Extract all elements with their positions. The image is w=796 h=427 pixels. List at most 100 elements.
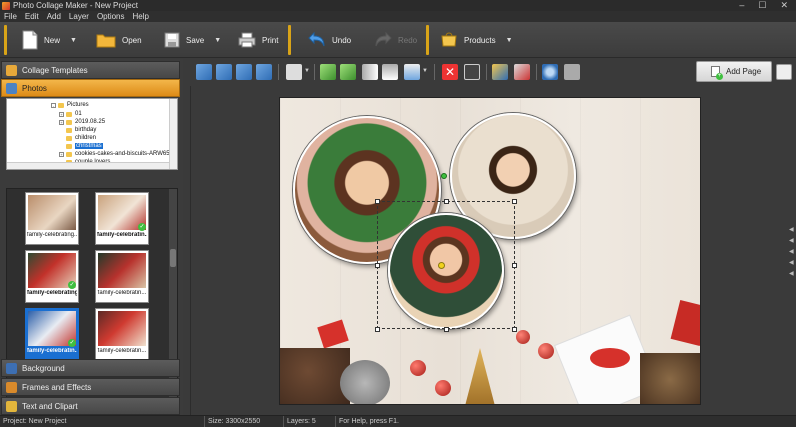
tree-expander[interactable]: + bbox=[59, 111, 64, 117]
menu-edit[interactable]: Edit bbox=[25, 12, 39, 21]
gear-icon[interactable] bbox=[542, 64, 558, 80]
photo-thumbnail[interactable]: family-celebratin... bbox=[95, 308, 149, 361]
crop-icon[interactable] bbox=[464, 64, 480, 80]
send-to-back-icon[interactable] bbox=[256, 64, 272, 80]
left-arrow-icon[interactable]: ◀ bbox=[789, 237, 794, 244]
gift-bow-decoration[interactable] bbox=[590, 348, 630, 368]
photo-thumbnail-selected[interactable]: family-celebratin... ✓ bbox=[25, 308, 79, 361]
effects-icon[interactable] bbox=[492, 64, 508, 80]
bring-forward-icon[interactable] bbox=[216, 64, 232, 80]
new-button[interactable]: New ▼ bbox=[22, 26, 77, 54]
tree-item-label: Pictures bbox=[67, 102, 89, 108]
print-button[interactable]: Print bbox=[238, 26, 278, 54]
tree-expander[interactable]: + bbox=[59, 119, 64, 125]
rotate-handle[interactable] bbox=[441, 173, 447, 179]
tree-item[interactable]: +01 bbox=[59, 110, 82, 118]
menu-help[interactable]: Help bbox=[133, 12, 149, 21]
collage-canvas[interactable] bbox=[279, 97, 701, 405]
gold-tree-decoration[interactable] bbox=[465, 348, 495, 404]
folder-tree[interactable]: - Pictures +01 +2019.08.25 birthday child… bbox=[6, 98, 178, 170]
selection-box[interactable] bbox=[377, 201, 515, 329]
resize-handle[interactable] bbox=[375, 199, 380, 204]
menu-file[interactable]: File bbox=[4, 12, 17, 21]
close-button[interactable]: ✕ bbox=[780, 0, 788, 11]
send-backward-icon[interactable] bbox=[236, 64, 252, 80]
resize-handle[interactable] bbox=[375, 327, 380, 332]
left-arrow-icon[interactable]: ◀ bbox=[789, 259, 794, 266]
tree-expander[interactable]: + bbox=[59, 151, 64, 157]
knit-ornament-decoration[interactable] bbox=[340, 360, 390, 404]
reindeer-decoration[interactable] bbox=[640, 353, 700, 404]
red-ornament-decoration[interactable] bbox=[516, 330, 530, 344]
photo-thumbnail[interactable]: family-celebrating... bbox=[25, 192, 79, 245]
tree-item-selected[interactable]: christmas bbox=[66, 142, 103, 150]
tree-item[interactable]: - Pictures bbox=[51, 101, 89, 109]
tree-item[interactable]: +2019.08.25 bbox=[59, 118, 105, 126]
side-panel-arrows[interactable]: ◀ ◀ ◀ ◀ ◀ bbox=[789, 226, 794, 277]
align-dropdown-arrow[interactable]: ▼ bbox=[304, 68, 310, 74]
left-arrow-icon[interactable]: ◀ bbox=[789, 270, 794, 277]
minimize-button[interactable]: – bbox=[739, 0, 744, 11]
new-dropdown-arrow[interactable]: ▼ bbox=[70, 37, 77, 44]
flip-vertical-icon[interactable] bbox=[382, 64, 398, 80]
tree-item[interactable]: birthday bbox=[66, 126, 96, 134]
menu-add[interactable]: Add bbox=[47, 12, 61, 21]
pivot-point[interactable] bbox=[438, 262, 445, 269]
collage-templates-tab[interactable]: Collage Templates bbox=[1, 61, 180, 79]
frames-effects-tab[interactable]: Frames and Effects bbox=[1, 378, 180, 396]
resize-handle[interactable] bbox=[512, 327, 517, 332]
status-layers: Layers: 5 bbox=[284, 416, 336, 427]
align-icon[interactable] bbox=[286, 64, 302, 80]
left-arrow-icon[interactable]: ◀ bbox=[789, 226, 794, 233]
photo-thumbnail[interactable]: family-celebrating... ✓ bbox=[25, 250, 79, 303]
resize-handle[interactable] bbox=[444, 199, 449, 204]
save-button[interactable]: Save ▼ bbox=[164, 26, 221, 54]
resize-handle[interactable] bbox=[512, 263, 517, 268]
text-clipart-tab[interactable]: Text and Clipart bbox=[1, 397, 180, 415]
scrollbar-thumb[interactable] bbox=[170, 249, 176, 267]
open-button[interactable]: Open bbox=[96, 26, 142, 54]
products-button[interactable]: Products ▼ bbox=[440, 26, 513, 54]
menu-layer[interactable]: Layer bbox=[69, 12, 89, 21]
undo-icon bbox=[308, 31, 325, 47]
resize-handle[interactable] bbox=[375, 263, 380, 268]
red-ornament-decoration[interactable] bbox=[410, 360, 426, 376]
gift-box-decoration[interactable] bbox=[317, 319, 349, 349]
tree-vertical-scrollbar[interactable] bbox=[169, 99, 177, 169]
maximize-button[interactable]: ☐ bbox=[758, 0, 766, 11]
menu-options[interactable]: Options bbox=[97, 12, 125, 21]
gift-box-decoration[interactable] bbox=[670, 299, 700, 347]
tree-expander[interactable]: - bbox=[51, 102, 56, 108]
resize-handle[interactable] bbox=[512, 199, 517, 204]
folder-icon bbox=[66, 143, 72, 149]
pick-color-icon[interactable] bbox=[514, 64, 530, 80]
redo-button[interactable]: Redo bbox=[374, 26, 417, 54]
flip-horizontal-icon[interactable] bbox=[362, 64, 378, 80]
resize-handle[interactable] bbox=[444, 327, 449, 332]
photo-thumbnail[interactable]: family-celebratin... ✓ bbox=[95, 192, 149, 245]
left-arrow-icon[interactable]: ◀ bbox=[789, 248, 794, 255]
red-ornament-decoration[interactable] bbox=[435, 380, 451, 396]
tree-item[interactable]: children bbox=[66, 134, 96, 142]
bring-to-front-icon[interactable] bbox=[196, 64, 212, 80]
rotate-left-icon[interactable] bbox=[320, 64, 336, 80]
background-tab[interactable]: Background bbox=[1, 359, 180, 377]
add-page-button[interactable]: Add Page bbox=[696, 61, 772, 82]
photos-tab[interactable]: Photos bbox=[1, 79, 180, 97]
save-dropdown-arrow[interactable]: ▼ bbox=[214, 37, 221, 44]
red-ornament-decoration[interactable] bbox=[538, 343, 554, 359]
distribute-dropdown-arrow[interactable]: ▼ bbox=[422, 68, 428, 74]
lock-icon[interactable] bbox=[564, 64, 580, 80]
undo-button[interactable]: Undo bbox=[308, 26, 351, 54]
photo-thumbnail[interactable]: family-celebratin... bbox=[95, 250, 149, 303]
delete-icon[interactable]: ✕ bbox=[442, 64, 458, 80]
folder-icon bbox=[66, 111, 72, 117]
rotate-right-icon[interactable] bbox=[340, 64, 356, 80]
products-icon bbox=[441, 32, 457, 47]
distribute-icon[interactable] bbox=[404, 64, 420, 80]
pinecone-decoration[interactable] bbox=[280, 348, 350, 404]
tree-item[interactable]: + cookies-cakes-and-biscuits-ARW65 bbox=[59, 150, 170, 158]
tree-horizontal-scrollbar[interactable] bbox=[7, 162, 169, 169]
products-dropdown-arrow[interactable]: ▼ bbox=[506, 37, 513, 44]
page-settings-icon[interactable] bbox=[776, 64, 792, 80]
